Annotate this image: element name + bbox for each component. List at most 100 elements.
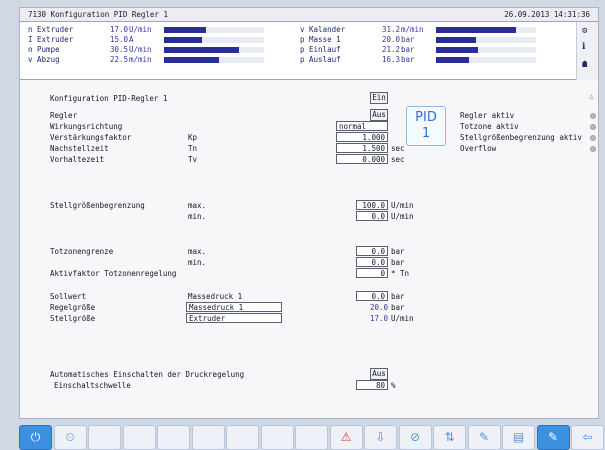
- gauge-row: n Extruder 17.0 U/min: [28, 25, 288, 35]
- gauge-label: v Abzug: [28, 55, 60, 64]
- tn-unit: sec: [391, 144, 405, 153]
- stellgroesse-value: 17.0: [369, 314, 388, 323]
- toolbar-empty-slot-1[interactable]: [88, 425, 121, 450]
- stell-max-label: max.: [188, 201, 207, 210]
- gauge-value: 30.5: [109, 45, 128, 54]
- download-icon[interactable]: ⇩: [364, 425, 397, 450]
- pen-active-icon[interactable]: ✎: [536, 425, 570, 450]
- tn-symbol: Tn: [188, 144, 198, 153]
- toolbar-empty-slot-4[interactable]: [191, 425, 225, 450]
- stell-max-input[interactable]: 100.0: [356, 200, 388, 210]
- sort-icon[interactable]: ⇅: [433, 425, 466, 450]
- process-gauges-panel: n Extruder 17.0 U/min I Extruder 15.0 An Pump…: [20, 22, 598, 80]
- toolbar-empty-slot-7[interactable]: [295, 425, 328, 450]
- wirkungsrichtung-label: Wirkungsrichtung: [50, 122, 123, 131]
- tot-max-input[interactable]: 0.0: [356, 246, 388, 256]
- gauge-unit: bar: [401, 55, 415, 64]
- gauge-row: p Einlauf 21.2 bar: [300, 45, 560, 55]
- gauge-value: 15.0: [109, 35, 128, 44]
- status-label: Overflow: [460, 144, 497, 153]
- gauge-row: v Abzug 22.5 m/min: [28, 55, 288, 65]
- gauge-unit: bar: [401, 35, 415, 44]
- person-icon[interactable]: ☗: [582, 60, 587, 70]
- sollwert-input[interactable]: 0.0: [356, 291, 388, 301]
- auto-einschalten-label: Automatisches Einschalten der Druckregel…: [50, 370, 245, 379]
- gauge-bar-fill: [164, 27, 206, 33]
- regelgroesse-unit: bar: [391, 303, 405, 312]
- pid-config-content: ⚠ Konfiguration PID-Regler 1 Ein PID 1 R…: [20, 80, 598, 418]
- kp-label: Verstärkungsfaktor: [50, 133, 132, 142]
- toolbar-empty-slot-5[interactable]: [226, 425, 259, 450]
- warning-icon[interactable]: ⚠: [589, 92, 594, 102]
- gauge-row: v Kalander 31.2 m/min: [300, 25, 560, 35]
- edit-pen-icon[interactable]: ✎: [467, 425, 501, 450]
- gauge-unit: U/min: [129, 45, 152, 54]
- einschaltschwelle-input[interactable]: 80: [356, 380, 388, 390]
- aktivfaktor-label: Aktivfaktor Totzonenregelung: [50, 269, 177, 278]
- tn-input[interactable]: 1.500: [336, 143, 388, 153]
- power-icon[interactable]: ⏻: [19, 425, 52, 450]
- wirkungsrichtung-field[interactable]: normal: [336, 121, 388, 131]
- stellgroesse-source-select[interactable]: Extruder: [186, 313, 282, 323]
- gauge-value: 16.3: [381, 55, 400, 64]
- regler-label: Regler: [50, 111, 78, 120]
- stellgroesse-label: Stellgröße: [50, 314, 96, 323]
- main-window: 7130 Konfiguration PID Regler 1 26.09.20…: [19, 7, 599, 419]
- tv-label: Vorhaltezeit: [50, 155, 105, 164]
- totzonengrenze-label: Totzonengrenze: [50, 247, 114, 256]
- gauge-bar: [164, 27, 264, 33]
- info-icon[interactable]: ℹ: [582, 42, 585, 52]
- stell-min-input[interactable]: 0.0: [356, 211, 388, 221]
- config-on-button[interactable]: Ein: [370, 92, 388, 104]
- tot-min-input[interactable]: 0.0: [356, 257, 388, 267]
- gauge-unit: m/min: [401, 25, 424, 34]
- machine-icon[interactable]: ⚙: [582, 26, 587, 36]
- status-indicator-led: [590, 146, 596, 152]
- tot-min-label: min.: [188, 258, 207, 267]
- status-indicator-led: [590, 124, 596, 130]
- pid-tile-title: PID: [415, 110, 437, 125]
- gauge-bar: [164, 57, 264, 63]
- status-label: Regler aktiv: [460, 111, 515, 120]
- gauge-unit: U/min: [129, 25, 152, 34]
- tv-symbol: Tv: [188, 155, 198, 164]
- aktivfaktor-input[interactable]: 0: [356, 268, 388, 278]
- timer-power-icon[interactable]: ⏲: [53, 425, 87, 450]
- gauge-label: I Extruder: [28, 35, 74, 44]
- stellgroesse-unit: U/min: [391, 314, 414, 323]
- gauge-label: n Pumpe: [28, 45, 60, 54]
- book-icon[interactable]: ▤: [502, 425, 535, 450]
- kp-input[interactable]: 1.000: [336, 132, 388, 142]
- tot-max-label: max.: [188, 247, 207, 256]
- gauge-bar: [436, 37, 536, 43]
- no-entry-icon[interactable]: ⊘: [398, 425, 432, 450]
- toolbar-empty-slot-6[interactable]: [260, 425, 294, 450]
- tot-min-unit: bar: [391, 258, 405, 267]
- config-heading: Konfiguration PID-Regler 1: [50, 94, 168, 103]
- alarm-icon[interactable]: ⚠: [329, 425, 363, 450]
- toolbar-empty-slot-3[interactable]: [157, 425, 190, 450]
- gauge-bar: [436, 57, 536, 63]
- gauge-row: p Auslauf 16.3 bar: [300, 55, 560, 65]
- gauge-unit: A: [129, 35, 134, 44]
- tv-input[interactable]: 0.000: [336, 154, 388, 164]
- bottom-toolbar: ⏻ ⏲ ⚠ ⇩ ⊘ ⇅ ✎ ▤ ✎ ⇦: [19, 425, 605, 450]
- gauge-unit: bar: [401, 45, 415, 54]
- back-icon[interactable]: ⇦: [571, 425, 604, 450]
- gauge-label: p Auslauf: [300, 55, 341, 64]
- regelgroesse-label: Regelgröße: [50, 303, 96, 312]
- gauge-bar: [436, 47, 536, 53]
- gauge-bar-fill: [436, 57, 469, 63]
- toolbar-empty-slot-2[interactable]: [122, 425, 156, 450]
- sollwert-source: Massedruck 1: [188, 292, 243, 301]
- gauge-label: v Kalander: [300, 25, 346, 34]
- window-title: 7130 Konfiguration PID Regler 1: [28, 10, 168, 19]
- regler-toggle-button[interactable]: Aus: [370, 109, 388, 121]
- stell-min-label: min.: [188, 212, 207, 221]
- regelgroesse-source-select[interactable]: Massedruck 1: [186, 302, 282, 312]
- auto-einschalten-toggle[interactable]: Aus: [370, 368, 388, 380]
- gauge-label: p Masse 1: [300, 35, 341, 44]
- gauge-value: 17.0: [109, 25, 128, 34]
- gauge-bar: [436, 27, 536, 33]
- pid-tile: PID 1: [406, 106, 446, 146]
